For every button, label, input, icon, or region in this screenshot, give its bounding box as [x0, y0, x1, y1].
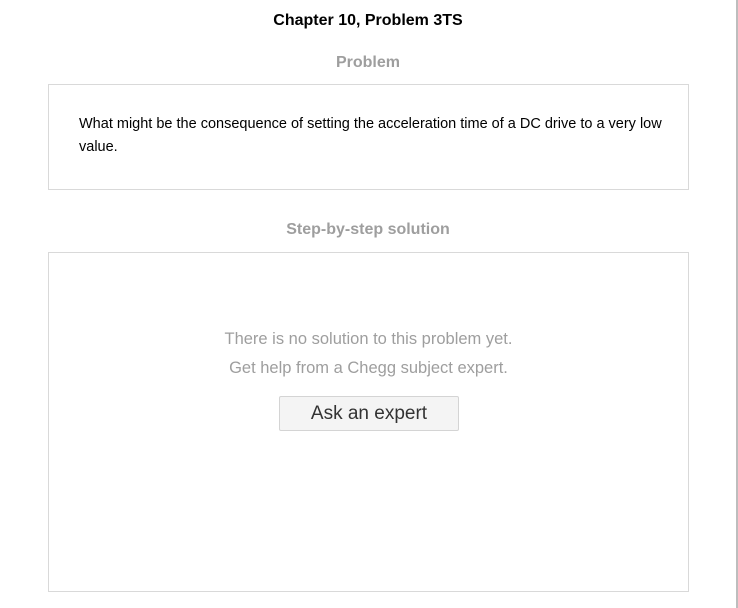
page-title: Chapter 10, Problem 3TS [273, 12, 463, 29]
expert-help-message: Get help from a Chegg subject expert. [229, 359, 508, 377]
problem-box: What might be the consequence of setting… [48, 84, 689, 190]
problem-heading: Problem [335, 54, 400, 71]
solution-box: There is no solution to this problem yet… [48, 252, 689, 592]
problem-text: What might be the consequence of setting… [79, 116, 662, 155]
ask-expert-button[interactable]: Ask an expert [279, 396, 459, 431]
solution-heading: Step-by-step solution [286, 221, 450, 238]
no-solution-message: There is no solution to this problem yet… [224, 330, 513, 348]
